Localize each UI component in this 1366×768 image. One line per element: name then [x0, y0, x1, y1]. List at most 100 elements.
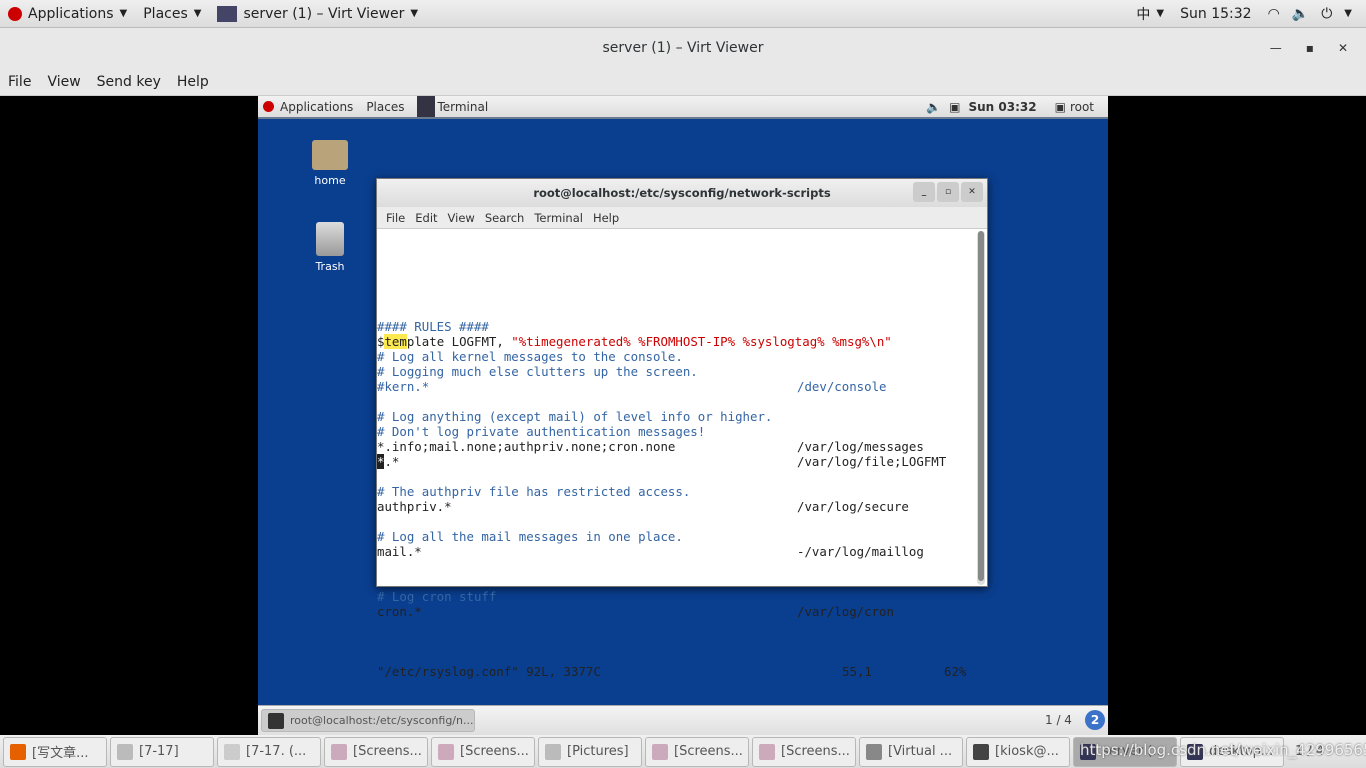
terminal-menu-edit[interactable]: Edit [410, 211, 442, 225]
terminal-text: cron.* [377, 604, 422, 619]
terminal-line: $template LOGFMT, "%timegenerated% %FROM… [377, 334, 975, 349]
terminal-text: # Logging much else clutters up the scre… [377, 364, 698, 379]
redhat-icon [8, 6, 22, 21]
terminal-text: #kern.* [377, 379, 430, 394]
host-top-bar: Applications ▼ Places ▼ server (1) – Virt … [0, 0, 1366, 28]
guest-terminal-menu[interactable]: Terminal [437, 100, 488, 114]
terminal-text: # The authpriv file has restricted acces… [377, 484, 691, 499]
terminal-menu-bar: File Edit View Search Terminal Help [377, 207, 987, 229]
minimize-button[interactable]: — [1270, 41, 1282, 55]
host-places-menu[interactable]: Places ▼ [135, 6, 209, 22]
app-icon [224, 743, 240, 760]
app-icon [866, 743, 882, 760]
app-icon [10, 743, 26, 760]
close-button[interactable]: ✕ [1338, 41, 1348, 55]
taskbar-item[interactable]: [7-17. (... [217, 736, 321, 767]
volume-icon[interactable]: 🔈 [926, 100, 941, 114]
monitor-icon [217, 5, 238, 22]
terminal-maximize-button[interactable]: ▫ [937, 182, 959, 202]
input-method-indicator[interactable]: 中 ▼ [1128, 4, 1172, 24]
terminal-text: authpriv.* [377, 499, 452, 514]
taskbar-item[interactable]: [Pictures] [538, 736, 642, 767]
guest-clock[interactable]: Sun 03:32 [968, 100, 1036, 114]
terminal-content[interactable]: #### RULES #### $template LOGFMT, "%timeg… [377, 229, 975, 679]
taskbar-item[interactable]: [7-17] [110, 736, 214, 767]
host-applications-menu[interactable]: Applications ▼ [0, 6, 135, 22]
terminal-text: tem [384, 334, 407, 349]
terminal-line: mail.* -/var/log/maillog [377, 544, 975, 559]
host-window-menu[interactable]: server (1) – Virt Viewer ▼ [209, 5, 426, 22]
desktop-icon-home[interactable]: home [300, 140, 360, 187]
terminal-icon [268, 712, 284, 729]
terminal-close-button[interactable]: ✕ [961, 182, 983, 202]
terminal-text: #### RULES #### [377, 319, 489, 334]
terminal-text: /var/log/secure [797, 499, 909, 514]
terminal-menu-search[interactable]: Search [480, 211, 530, 225]
terminal-line: # Log all the mail messages in one place… [377, 529, 975, 544]
terminal-text: .* [384, 454, 400, 469]
taskbar-item[interactable]: [Virtual ... [859, 736, 963, 767]
terminal-minimize-button[interactable]: _ [913, 182, 935, 202]
guest-display[interactable]: Applications Places Terminal 🔈 ▣ Sun 03:… [258, 96, 1108, 735]
power-icon[interactable]: ⏻ [1321, 6, 1332, 22]
menu-file[interactable]: File [0, 74, 39, 90]
guest-bottom-bar: root@localhost:/etc/sysconfig/n... 1 / 4… [258, 705, 1108, 735]
taskbar-item-label: [Virtual ... [888, 744, 953, 759]
chevron-down-icon: ▼ [410, 8, 419, 19]
taskbar-item[interactable]: [Screens... [431, 736, 535, 767]
taskbar-item[interactable]: [Screens... [324, 736, 428, 767]
terminal-menu-view[interactable]: View [443, 211, 480, 225]
terminal-line: # Log cron stuff [377, 589, 975, 604]
app-icon [545, 743, 561, 760]
terminal-line: # Don't log private authentication messa… [377, 424, 975, 439]
taskbar-item-label: [写文章... [32, 746, 89, 761]
menu-help[interactable]: Help [169, 74, 217, 90]
taskbar-item[interactable]: [Screens... [645, 736, 749, 767]
terminal-line: # Logging much else clutters up the scre… [377, 364, 975, 379]
viewer-title-bar: server (1) – Virt Viewer [0, 28, 1366, 68]
terminal-line: *.info;mail.none;authpriv.none;cron.none… [377, 439, 975, 454]
terminal-icon [417, 96, 436, 117]
user-icon: ▣ [1054, 99, 1066, 114]
menu-view[interactable]: View [39, 74, 88, 90]
watermark: https://blog.csdn.net/weixin_42996565 [1080, 741, 1366, 759]
chevron-down-icon[interactable]: ▼ [1344, 8, 1352, 19]
terminal-line: #kern.* /dev/console [377, 379, 975, 394]
wifi-icon[interactable]: ◠ [1268, 6, 1280, 22]
taskbar-item[interactable]: [kiosk@... [966, 736, 1070, 767]
taskbar-item[interactable]: [写文章... [3, 736, 107, 767]
terminal-menu-help[interactable]: Help [588, 211, 624, 225]
terminal-text: # Don't log private authentication messa… [377, 424, 706, 439]
terminal-title-bar[interactable]: root@localhost:/etc/sysconfig/network-sc… [377, 179, 987, 207]
taskbar-item-label: [7-17] [139, 744, 179, 759]
terminal-line: # Log anything (except mail) of level in… [377, 409, 975, 424]
taskbar-item-label: [Screens... [781, 744, 850, 759]
maximize-button[interactable]: ▪ [1306, 41, 1314, 55]
workspace-indicator[interactable]: 1 / 4 [1045, 713, 1072, 727]
terminal-menu-file[interactable]: File [381, 211, 410, 225]
network-icon[interactable]: ▣ [949, 100, 960, 114]
desktop-icon-trash[interactable]: Trash [300, 222, 360, 273]
terminal-scrollbar[interactable] [977, 231, 985, 585]
notification-badge[interactable]: 2 [1085, 710, 1105, 730]
folder-icon [312, 140, 348, 170]
terminal-line: *.*/var/log/file;LOGFMT [377, 454, 975, 469]
menu-send-key[interactable]: Send key [89, 74, 169, 90]
vim-status-line: "/etc/rsyslog.conf" 92L, 3377C 55,1 62% [377, 664, 967, 679]
volume-icon[interactable]: 🔈 [1292, 6, 1309, 22]
window-title: server (1) – Virt Viewer [602, 40, 764, 56]
guest-places-menu[interactable]: Places [366, 100, 404, 114]
guest-applications-menu[interactable]: Applications [280, 100, 353, 114]
terminal-text: "%timegenerated% %FROMHOST-IP% %syslogta… [511, 334, 892, 349]
terminal-window[interactable]: root@localhost:/etc/sysconfig/network-sc… [376, 178, 988, 679]
terminal-menu-terminal[interactable]: Terminal [529, 211, 588, 225]
app-icon [117, 743, 133, 760]
guest-taskbar-terminal[interactable]: root@localhost:/etc/sysconfig/n... [261, 709, 475, 732]
taskbar-item[interactable]: [Screens... [752, 736, 856, 767]
host-clock[interactable]: Sun 15:32 [1172, 6, 1259, 22]
app-icon [759, 743, 775, 760]
guest-user-menu[interactable]: root [1070, 100, 1094, 114]
